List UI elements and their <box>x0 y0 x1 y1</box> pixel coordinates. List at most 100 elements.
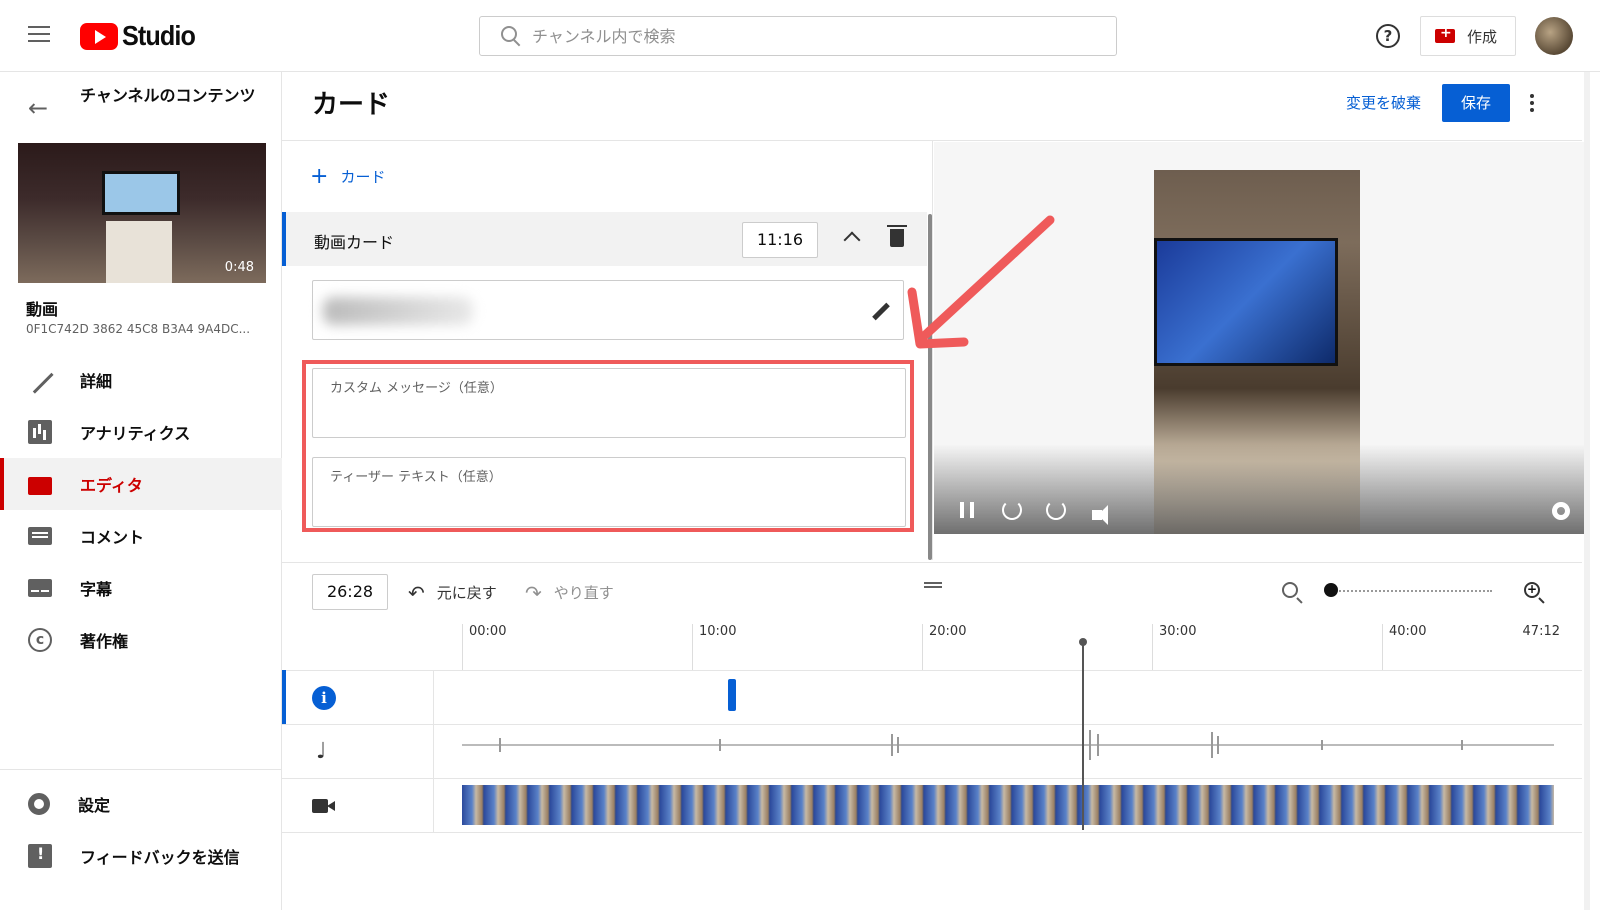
thumbnail-board <box>106 221 172 283</box>
tick-label: 30:00 <box>1152 624 1196 670</box>
sidebar-item-label: 字幕 <box>80 580 113 599</box>
sidebar-item-copyright[interactable]: c 著作権 <box>0 614 282 666</box>
undo-button[interactable]: ↶ 元に戻す <box>408 582 497 603</box>
create-label: 作成 <box>1467 27 1498 46</box>
save-button[interactable]: 保存 <box>1442 84 1510 122</box>
page-title: カード <box>312 90 391 120</box>
sidebar-item-label: フィードバックを送信 <box>80 848 240 867</box>
sidebar-item-comments[interactable]: コメント <box>0 510 282 562</box>
video-tv-screen <box>1154 238 1338 366</box>
tick-label: 10:00 <box>692 624 736 670</box>
comment-icon <box>28 527 52 545</box>
feedback-icon <box>28 844 52 868</box>
more-options-icon[interactable] <box>1530 94 1534 112</box>
video-filmstrip <box>462 785 1554 825</box>
video-id: 0F1C742D 3862 45C8 B3A4 9A4DC... <box>26 322 251 336</box>
tick-label: 00:00 <box>462 624 506 670</box>
redo-button[interactable]: ↷ やり直す <box>525 582 614 603</box>
video-label: 動画 <box>26 300 59 319</box>
zoom-slider-knob[interactable] <box>1324 583 1338 597</box>
add-card-label: カード <box>340 168 386 186</box>
sidebar-item-details[interactable]: 詳細 <box>0 354 282 406</box>
search-input[interactable] <box>532 26 1116 46</box>
active-track-indicator <box>282 670 286 724</box>
top-bar: Studio ? 作成 <box>0 0 1600 72</box>
avatar[interactable] <box>1535 17 1573 55</box>
volume-icon[interactable] <box>1092 505 1108 525</box>
tick-label: 20:00 <box>922 624 966 670</box>
plus-icon: + <box>310 163 329 189</box>
sidebar-item-label: コメント <box>80 528 145 547</box>
channel-content-title[interactable]: チャンネルのコンテンツ <box>80 86 260 106</box>
video-thumbnail[interactable]: 0:48 <box>18 143 266 283</box>
back-arrow-icon[interactable]: ← <box>28 94 48 122</box>
thumbnail-tv <box>102 171 180 215</box>
highlight-box <box>302 360 914 532</box>
pause-icon[interactable] <box>960 502 974 518</box>
add-card-button[interactable]: + カード <box>310 163 386 189</box>
sidebar-item-subtitles[interactable]: 字幕 <box>0 562 282 614</box>
studio-logo[interactable]: Studio <box>80 20 203 52</box>
resize-handle-icon[interactable] <box>924 582 942 588</box>
timeline-bottom-border <box>282 832 1582 833</box>
tick-label-end: 47:12 <box>1522 624 1560 639</box>
video-camera-icon <box>312 799 335 813</box>
forward-10-icon[interactable] <box>1046 500 1066 520</box>
annotation-arrow <box>907 215 1055 349</box>
sidebar-item-editor[interactable]: エディタ <box>0 458 282 510</box>
sidebar-item-settings[interactable]: 設定 <box>0 778 282 830</box>
search-bar[interactable] <box>479 16 1117 56</box>
gear-icon <box>28 793 50 815</box>
sidebar-item-label: アナリティクス <box>80 424 191 443</box>
help-icon[interactable]: ? <box>1376 24 1400 48</box>
card-marker[interactable] <box>728 679 736 711</box>
music-note-icon: ♩ <box>316 739 327 764</box>
redo-label: やり直す <box>553 584 614 602</box>
playhead[interactable] <box>1079 638 1087 830</box>
player-controls-bar <box>934 444 1584 534</box>
analytics-icon <box>28 420 52 444</box>
zoom-out-icon[interactable] <box>1282 582 1298 598</box>
subtitles-icon <box>28 579 52 597</box>
sidebar-item-label: 設定 <box>78 796 111 815</box>
audio-waveform <box>462 730 1554 760</box>
zoom-in-icon[interactable]: + <box>1524 582 1540 598</box>
sidebar-item-feedback[interactable]: フィードバックを送信 <box>0 830 282 882</box>
pencil-icon <box>26 366 54 394</box>
redo-icon: ↷ <box>525 580 542 605</box>
chevron-up-icon[interactable] <box>843 231 861 249</box>
undo-label: 元に戻す <box>436 584 497 602</box>
timeline-current-time[interactable]: 26:28 <box>312 574 388 610</box>
track-icon-cell: ♩ <box>282 725 434 779</box>
tick-label: 40:00 <box>1382 624 1426 670</box>
cards-track[interactable]: i <box>282 670 1582 725</box>
sidebar-item-label: 詳細 <box>80 372 113 391</box>
blurred-video-title <box>323 297 473 325</box>
page-scrollbar[interactable] <box>1584 72 1590 910</box>
sidebar-item-analytics[interactable]: アナリティクス <box>0 406 282 458</box>
edit-pencil-icon[interactable] <box>869 299 891 321</box>
settings-gear-icon[interactable] <box>1552 502 1570 520</box>
card-type-label: 動画カード <box>314 233 395 252</box>
undo-icon: ↶ <box>408 580 425 605</box>
discard-changes-button[interactable]: 変更を破棄 <box>1346 92 1421 113</box>
sidebar-item-label: 著作権 <box>80 632 129 651</box>
sidebar-item-label: エディタ <box>80 476 143 495</box>
thumbnail-duration: 0:48 <box>224 260 254 275</box>
zoom-slider[interactable] <box>1332 590 1492 592</box>
create-button[interactable]: 作成 <box>1420 16 1516 56</box>
card-time-input[interactable]: 11:16 <box>742 222 818 258</box>
copyright-icon: c <box>28 628 52 652</box>
create-video-icon <box>1435 25 1455 43</box>
rewind-10-icon[interactable] <box>1002 500 1022 520</box>
timeline-divider <box>282 562 1582 563</box>
logo-text: Studio <box>122 20 196 51</box>
card-row[interactable]: 動画カード 11:16 <box>282 212 927 266</box>
track-icon-cell <box>282 779 434 833</box>
menu-icon[interactable] <box>28 26 50 42</box>
selected-video-field[interactable] <box>312 280 904 340</box>
sidebar-divider <box>0 769 282 770</box>
track-icon-cell: i <box>282 671 434 725</box>
editor-icon <box>28 477 52 495</box>
sidebar: ← チャンネルのコンテンツ 0:48 動画 0F1C742D 3862 45C8… <box>0 72 282 910</box>
